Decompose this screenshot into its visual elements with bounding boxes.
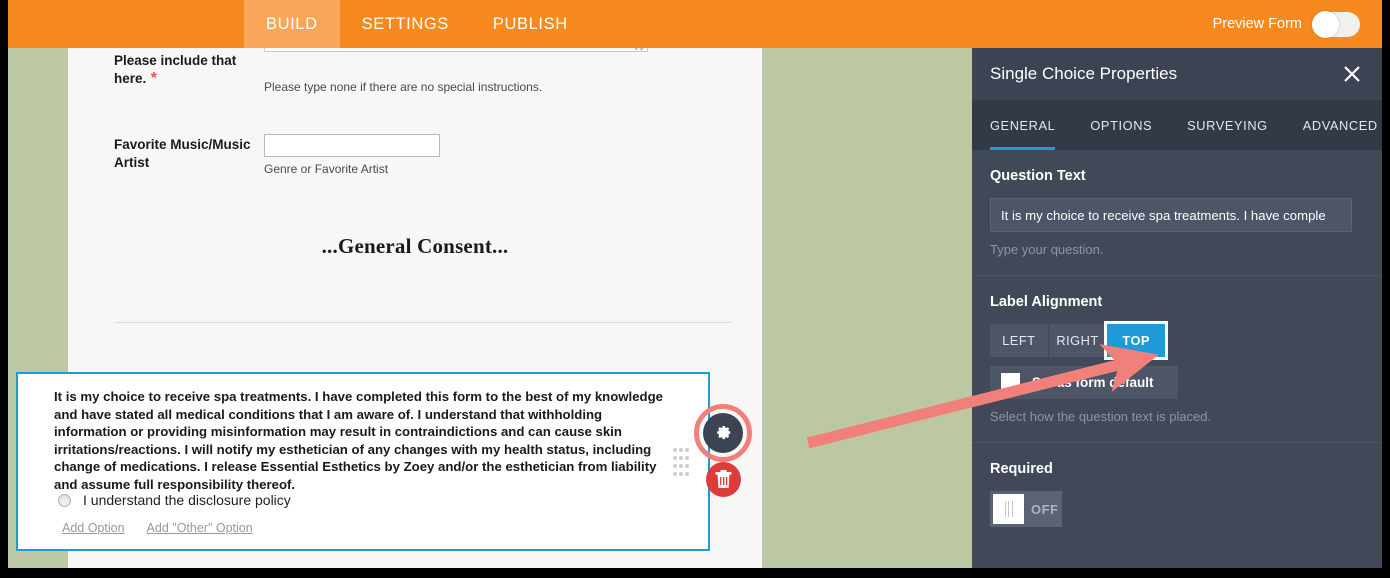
required-toggle-state: OFF [1031, 501, 1059, 517]
required-toggle-knob [993, 494, 1024, 524]
section-question-text: Question Text Type your question. [972, 150, 1382, 276]
special-instructions-textarea[interactable] [264, 48, 648, 52]
question-text-input[interactable] [990, 198, 1352, 232]
field-label-text: Please include that here. [114, 53, 237, 86]
question-text-help: Type your question. [990, 242, 1104, 257]
align-right-button[interactable]: RIGHT [1048, 324, 1108, 357]
tab-advanced[interactable]: ADVANCED [1303, 100, 1378, 150]
section-divider [115, 322, 732, 323]
question-text-display: It is my choice to receive spa treatment… [54, 389, 663, 492]
close-panel-button[interactable] [1342, 64, 1362, 84]
close-icon [1344, 66, 1360, 82]
required-toggle[interactable]: OFF [990, 491, 1062, 527]
drag-handle-icon[interactable] [673, 448, 691, 480]
field-label-special-instructions: Please include that here. * [114, 52, 264, 88]
nav-tab-settings[interactable]: SETTINGS [340, 0, 471, 48]
special-instructions-hint: Please type none if there are no special… [264, 80, 543, 94]
label-alignment-button-group: LEFT RIGHT TOP [990, 324, 1166, 357]
favorite-music-input[interactable] [264, 134, 440, 157]
gear-icon [716, 425, 730, 439]
top-navigation-bar: BUILD SETTINGS PUBLISH Preview Form [8, 0, 1382, 48]
preview-form-control: Preview Form [1213, 0, 1360, 48]
panel-title: Single Choice Properties [990, 64, 1178, 83]
field-label-text: Favorite Music/Music Artist [114, 137, 251, 170]
align-left-button[interactable]: LEFT [990, 324, 1049, 357]
question-text-title: Question Text [990, 168, 1086, 184]
trash-icon [715, 470, 732, 488]
tab-options[interactable]: OPTIONS [1090, 100, 1152, 150]
required-asterisk: * [150, 70, 157, 87]
question-properties-button[interactable] [703, 413, 743, 453]
selected-question-block[interactable]: It is my choice to receive spa treatment… [16, 372, 710, 551]
nav-tab-build[interactable]: BUILD [244, 0, 340, 48]
preview-form-label: Preview Form [1212, 16, 1302, 32]
app-screen: BUILD SETTINGS PUBLISH Preview Form Plea… [0, 0, 1390, 578]
choice-option-label: I understand the disclosure policy [83, 492, 291, 508]
add-option-link[interactable]: Add Option [62, 521, 125, 535]
nav-tab-publish[interactable]: PUBLISH [471, 0, 590, 48]
option-action-links: Add Option Add "Other" Option [62, 521, 253, 535]
section-required: Required OFF [972, 443, 1382, 545]
label-alignment-title: Label Alignment [990, 294, 1103, 310]
preview-form-toggle[interactable] [1312, 10, 1360, 38]
properties-panel: Single Choice Properties GENERAL OPTIONS… [972, 48, 1382, 568]
delete-question-button[interactable] [706, 462, 741, 497]
align-top-button[interactable]: TOP [1107, 324, 1166, 357]
label-alignment-help: Select how the question text is placed. [990, 409, 1212, 424]
main-nav-tabs: BUILD SETTINGS PUBLISH [244, 0, 590, 48]
choice-option-row[interactable]: I understand the disclosure policy [58, 492, 291, 508]
set-as-form-default-label: Set as form default [1032, 375, 1154, 390]
radio-button-icon[interactable] [58, 493, 71, 507]
set-as-form-default-checkbox[interactable] [1001, 373, 1020, 392]
section-label-alignment: Label Alignment LEFT RIGHT TOP Set as fo… [972, 276, 1382, 443]
add-other-option-link[interactable]: Add "Other" Option [147, 521, 253, 535]
field-label-favorite-music: Favorite Music/Music Artist [114, 136, 264, 172]
properties-panel-header: Single Choice Properties [972, 48, 1382, 100]
form-sheet-upper: Please include that here. * Please type … [68, 48, 762, 372]
textarea-resize-grip[interactable] [635, 48, 646, 50]
required-title: Required [990, 461, 1053, 477]
tab-surveying[interactable]: SURVEYING [1187, 100, 1268, 150]
tab-general[interactable]: GENERAL [990, 100, 1056, 150]
preview-toggle-knob [1312, 10, 1339, 38]
form-builder-canvas: Please include that here. * Please type … [8, 48, 972, 568]
set-as-form-default-row[interactable]: Set as form default [990, 366, 1178, 399]
favorite-music-hint: Genre or Favorite Artist [264, 162, 389, 176]
properties-panel-tabs: GENERAL OPTIONS SURVEYING ADVANCED [972, 100, 1382, 150]
section-heading-general-consent: ...General Consent... [321, 234, 509, 258]
